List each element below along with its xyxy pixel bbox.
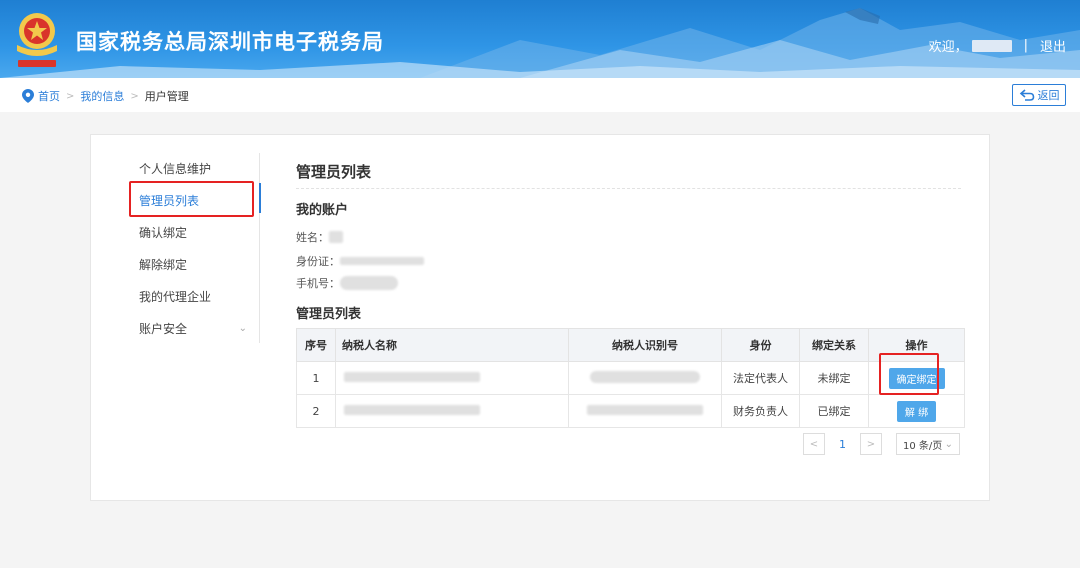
- pagination: < 1 > 10 条/页 ⌄: [803, 433, 960, 455]
- current-page[interactable]: 1: [839, 438, 846, 451]
- name-field: 姓名：: [296, 229, 343, 245]
- tax-emblem-icon: [17, 13, 57, 67]
- sidebar-item-label: 确认绑定: [139, 226, 188, 240]
- taxpayer-name-cell: [335, 361, 569, 395]
- chevron-down-icon: ⌄: [944, 438, 953, 450]
- id-redacted: [340, 257, 424, 265]
- breadcrumb-current: 用户管理: [144, 90, 189, 103]
- page-title: 管理员列表: [296, 163, 372, 181]
- col-taxpayer-name: 纳税人名称: [335, 328, 569, 362]
- sidebar-item-unbind[interactable]: 解除绑定: [129, 249, 261, 281]
- breadcrumb-bar: 首页 > 我的信息 > 用户管理 返回: [0, 78, 1080, 112]
- nav-divider: [259, 153, 260, 343]
- title-divider: [296, 188, 961, 189]
- col-taxpayer-id: 纳税人识别号: [568, 328, 722, 362]
- admin-list-heading: 管理员列表: [296, 307, 362, 322]
- highlight-box-action: [879, 353, 939, 395]
- table-row: 2 财务负责人 已绑定 解 绑: [296, 394, 965, 428]
- name-label: 姓名：: [296, 231, 329, 244]
- status-cell: 未绑定: [799, 361, 869, 395]
- breadcrumb-arrow-icon: >: [66, 90, 75, 102]
- breadcrumb-my-info[interactable]: 我的信息: [80, 88, 124, 104]
- logout-link[interactable]: 退出: [1040, 36, 1066, 55]
- sidebar-item-label: 解除绑定: [139, 258, 188, 272]
- welcome-text: 欢迎，: [928, 40, 968, 55]
- back-button[interactable]: 返回: [1012, 84, 1066, 106]
- breadcrumb: 首页 > 我的信息 > 用户管理: [22, 88, 189, 104]
- nav-active-indicator: [259, 183, 261, 213]
- username-redacted: [971, 39, 1012, 52]
- unbind-button[interactable]: 解 绑: [896, 400, 937, 422]
- next-page-button[interactable]: >: [860, 433, 882, 455]
- header-separator: |: [1023, 38, 1028, 53]
- taxpayer-name-cell: [335, 394, 569, 428]
- taxpayer-id-redacted: [587, 404, 703, 415]
- return-arrow-icon: [1019, 89, 1034, 101]
- sidebar-item-confirm-binding[interactable]: 确认绑定: [129, 217, 261, 249]
- chevron-down-icon: ⌄: [238, 323, 247, 334]
- sidebar-item-label: 账户安全: [139, 322, 188, 336]
- phone-field: 手机号：: [296, 275, 398, 291]
- my-account-heading: 我的账户: [296, 203, 349, 218]
- sidebar-item-label: 我的代理企业: [139, 290, 212, 304]
- col-binding-status: 绑定关系: [799, 328, 869, 362]
- id-field: 身份证：: [296, 253, 424, 269]
- table-header-row: 序号 纳税人名称 纳税人识别号 身份 绑定关系 操作: [296, 328, 965, 362]
- action-cell: 解 绑: [868, 394, 965, 428]
- table-row: 1 法定代表人 未绑定 确定绑定: [296, 361, 965, 395]
- col-role: 身份: [721, 328, 800, 362]
- breadcrumb-home[interactable]: 首页: [38, 88, 60, 104]
- status-cell: 已绑定: [799, 394, 869, 428]
- sidebar-item-account-security[interactable]: 账户安全 ⌄: [129, 313, 261, 345]
- taxpayer-name-redacted: [344, 404, 480, 415]
- phone-redacted: [340, 276, 398, 290]
- page-size-value: 10 条/页: [903, 440, 943, 452]
- back-label: 返回: [1037, 89, 1060, 102]
- taxpayer-name-redacted: [344, 371, 480, 382]
- name-redacted: [329, 231, 343, 243]
- taxpayer-id-cell: [568, 361, 722, 395]
- location-pin-icon: [22, 89, 34, 103]
- id-label: 身份证：: [296, 255, 340, 268]
- site-title: 国家税务总局深圳市电子税务局: [76, 30, 384, 54]
- breadcrumb-arrow-icon: >: [130, 90, 139, 102]
- page-size-select[interactable]: 10 条/页 ⌄: [896, 433, 960, 455]
- taxpayer-id-redacted: [590, 370, 700, 383]
- highlight-box-nav: [129, 181, 254, 217]
- sidebar-item-label: 个人信息维护: [139, 162, 212, 176]
- row-no: 1: [296, 361, 336, 395]
- role-cell: 财务负责人: [721, 394, 800, 428]
- col-no: 序号: [296, 328, 336, 362]
- role-cell: 法定代表人: [721, 361, 800, 395]
- user-area: 欢迎， | 退出: [929, 36, 1066, 55]
- sidebar-item-agent-companies[interactable]: 我的代理企业: [129, 281, 261, 313]
- row-no: 2: [296, 394, 336, 428]
- site-header: 国家税务总局深圳市电子税务局 欢迎， | 退出: [0, 0, 1080, 78]
- phone-label: 手机号：: [296, 277, 340, 290]
- admin-table: 序号 纳税人名称 纳税人识别号 身份 绑定关系 操作 1 法定代表人 未绑定 确…: [296, 328, 965, 428]
- taxpayer-id-cell: [568, 394, 722, 428]
- content-card: 个人信息维护 管理员列表 确认绑定 解除绑定 我的代理企业 账户安全 ⌄ 管理员…: [90, 134, 990, 501]
- prev-page-button[interactable]: <: [803, 433, 825, 455]
